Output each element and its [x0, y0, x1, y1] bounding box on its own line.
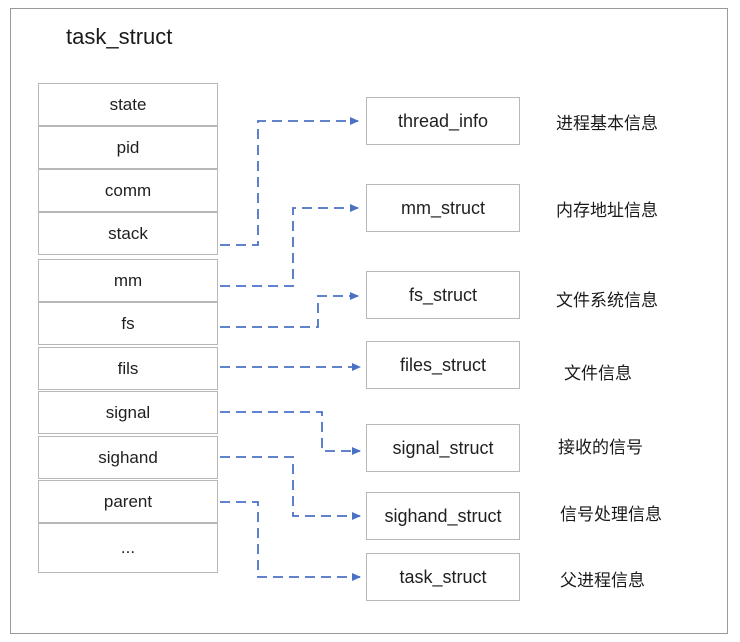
arrow-stack-to-thread-info — [220, 117, 359, 246]
arrow-parent-to-task-struct — [220, 501, 361, 581]
arrow-sighand-to-sighand-struct — [220, 456, 361, 520]
arrow-mm-to-mm-struct — [220, 204, 359, 287]
arrow-signal-to-signal-struct — [220, 411, 361, 455]
connector-arrows — [220, 117, 361, 581]
arrow-fs-to-fs-struct — [220, 292, 359, 328]
